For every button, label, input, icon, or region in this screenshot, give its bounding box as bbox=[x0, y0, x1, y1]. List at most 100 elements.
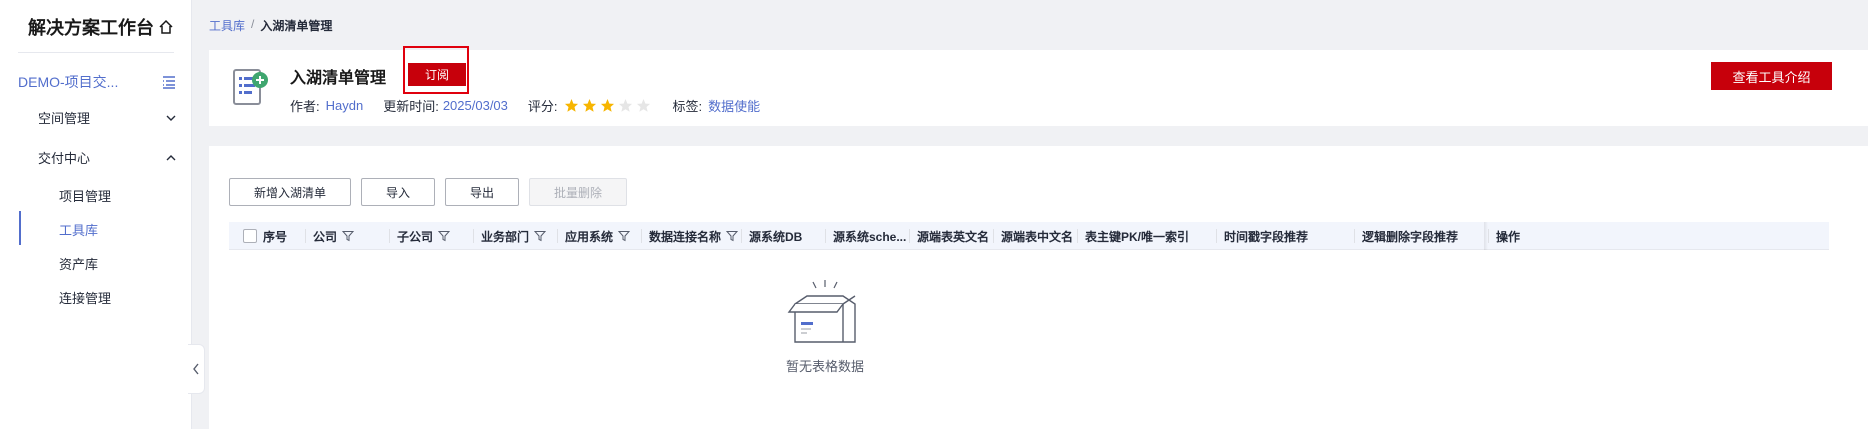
breadcrumb-current: 入湖清单管理 bbox=[260, 19, 333, 33]
sidebar-divider bbox=[18, 52, 174, 53]
workbench-title-text: 解决方案工作台 bbox=[28, 18, 154, 38]
column-divider bbox=[1077, 229, 1078, 243]
sidebar-collapse-toggle[interactable] bbox=[188, 344, 205, 394]
empty-text: 暂无表格数据 bbox=[785, 359, 864, 374]
column-divider bbox=[389, 229, 390, 243]
project-selector[interactable]: DEMO-项目交... bbox=[18, 72, 178, 92]
filter-icon[interactable] bbox=[618, 230, 631, 242]
export-button[interactable]: 导出 bbox=[445, 178, 519, 206]
subscribe-button[interactable]: 订阅 bbox=[408, 63, 466, 86]
column-header[interactable]: 公司 bbox=[313, 222, 393, 250]
empty-state: 暂无表格数据 bbox=[770, 276, 880, 375]
chevron-down-icon bbox=[166, 115, 176, 121]
column-divider bbox=[1488, 229, 1489, 243]
column-header-label: 数据连接名称 bbox=[649, 229, 722, 244]
sidebar-group-space[interactable]: 空间管理 bbox=[38, 108, 178, 127]
sidebar: 解决方案工作台 DEMO-项目交... 空间管理 交付中心 项目管理 工具库 资… bbox=[0, 0, 192, 429]
tag-value[interactable]: 数据使能 bbox=[708, 96, 760, 115]
star-filled-icon bbox=[582, 98, 596, 112]
filter-icon[interactable] bbox=[438, 230, 451, 242]
star-filled-icon bbox=[564, 98, 578, 112]
column-divider bbox=[557, 229, 558, 243]
column-divider bbox=[909, 229, 910, 243]
filter-icon[interactable] bbox=[534, 230, 547, 242]
column-header[interactable]: 表主键PK/唯一索引 bbox=[1085, 222, 1220, 250]
column-divider bbox=[825, 229, 826, 243]
column-header[interactable]: 业务部门 bbox=[481, 222, 561, 250]
column-header-label: 表主键PK/唯一索引 bbox=[1085, 229, 1190, 244]
column-header-label: 逻辑删除字段推荐 bbox=[1362, 229, 1459, 244]
star-empty-icon bbox=[636, 98, 650, 112]
column-header-label: 源端表中文名 bbox=[1001, 229, 1074, 244]
column-header-label: 子公司 bbox=[397, 229, 434, 244]
chevron-left-icon bbox=[193, 363, 199, 375]
column-header-label: 源系统sche... bbox=[833, 229, 907, 244]
select-all-checkbox[interactable] bbox=[243, 229, 257, 243]
breadcrumb-separator: / bbox=[251, 17, 255, 31]
column-header[interactable]: 时间戳字段推荐 bbox=[1224, 222, 1358, 250]
updated-value: 2025/03/03 bbox=[442, 98, 508, 113]
column-divider bbox=[1216, 229, 1217, 243]
sidebar-group-delivery[interactable]: 交付中心 bbox=[38, 148, 178, 167]
tool-document-icon bbox=[233, 69, 268, 105]
tool-meta: 作者: Haydn 更新时间: 2025/03/03 评分: 标签: 数据使能 bbox=[290, 96, 780, 115]
add-ingestion-list-button[interactable]: 新增入湖清单 bbox=[229, 178, 351, 206]
column-header[interactable]: 序号 bbox=[263, 222, 309, 250]
column-divider bbox=[741, 229, 742, 243]
sidebar-group-label: 空间管理 bbox=[38, 111, 91, 126]
column-header-label: 序号 bbox=[263, 229, 288, 244]
sidebar-item-connection-management[interactable]: 连接管理 bbox=[59, 288, 111, 307]
column-header-label: 源系统DB bbox=[749, 229, 803, 244]
rating-stars bbox=[564, 98, 651, 113]
breadcrumb: 工具库 / 入湖清单管理 bbox=[209, 17, 332, 34]
star-empty-icon bbox=[618, 98, 632, 112]
list-menu-icon[interactable] bbox=[160, 73, 178, 91]
tool-title: 入湖清单管理 bbox=[290, 70, 387, 87]
chevron-up-icon bbox=[166, 154, 176, 160]
author-value[interactable]: Haydn bbox=[326, 98, 364, 113]
empty-box-icon bbox=[787, 280, 856, 343]
column-header[interactable]: 子公司 bbox=[397, 222, 477, 250]
column-header[interactable]: 数据连接名称 bbox=[649, 222, 745, 250]
table-header: 序号 公司 子公司 业务部门 应用系统 数据连接名称 源系统DB 源系统sche... 源端表英… bbox=[229, 222, 1829, 250]
column-header[interactable]: 源系统sche... bbox=[833, 222, 913, 250]
sidebar-item-asset-library[interactable]: 资产库 bbox=[59, 254, 98, 273]
star-filled-icon bbox=[600, 98, 614, 112]
column-header-label: 时间戳字段推荐 bbox=[1224, 229, 1309, 244]
view-tool-intro-button[interactable]: 查看工具介绍 bbox=[1711, 62, 1832, 90]
column-header[interactable]: 源端表中文名 bbox=[1001, 222, 1081, 250]
sidebar-group-label: 交付中心 bbox=[38, 151, 91, 166]
column-header[interactable]: 应用系统 bbox=[565, 222, 645, 250]
column-header-label: 业务部门 bbox=[481, 229, 530, 244]
select-all-checkbox-cell bbox=[243, 222, 257, 250]
batch-delete-button: 批量删除 bbox=[529, 178, 627, 206]
tool-header-card: 入湖清单管理 订阅 作者: Haydn 更新时间: 2025/03/03 评分:… bbox=[209, 46, 1868, 126]
workbench-title: 解决方案工作台 bbox=[28, 14, 174, 40]
column-header[interactable]: 源端表英文名 bbox=[917, 222, 997, 250]
column-divider bbox=[641, 229, 642, 243]
list-card: 新增入湖清单 导入 导出 批量删除 序号 公司 子公司 业务部门 应用系统 数据连接名称 源… bbox=[209, 146, 1868, 429]
column-header-label: 公司 bbox=[313, 229, 338, 244]
column-header[interactable]: 源系统DB bbox=[749, 222, 829, 250]
column-divider bbox=[473, 229, 474, 243]
fixed-column-shadow bbox=[1484, 222, 1488, 250]
breadcrumb-tool-library[interactable]: 工具库 bbox=[209, 17, 245, 34]
column-header[interactable]: 逻辑删除字段推荐 bbox=[1362, 222, 1488, 250]
tag-label: 标签: bbox=[672, 99, 703, 114]
sidebar-item-tool-library[interactable]: 工具库 bbox=[59, 220, 98, 239]
sidebar-active-indicator bbox=[19, 211, 21, 245]
updated-label: 更新时间: bbox=[383, 99, 439, 114]
column-header[interactable]: 操作 bbox=[1496, 222, 1576, 250]
column-header-label: 操作 bbox=[1496, 229, 1521, 244]
column-divider bbox=[305, 229, 306, 243]
rating-label: 评分: bbox=[527, 99, 558, 114]
filter-icon[interactable] bbox=[342, 230, 355, 242]
column-header-label: 源端表英文名 bbox=[917, 229, 990, 244]
home-icon[interactable] bbox=[158, 19, 174, 35]
author-label: 作者: bbox=[290, 99, 320, 114]
filter-icon[interactable] bbox=[726, 230, 739, 242]
sidebar-item-project-management[interactable]: 项目管理 bbox=[59, 186, 111, 205]
import-button[interactable]: 导入 bbox=[361, 178, 435, 206]
column-divider bbox=[993, 229, 994, 243]
project-label: DEMO-项目交... bbox=[18, 74, 119, 90]
